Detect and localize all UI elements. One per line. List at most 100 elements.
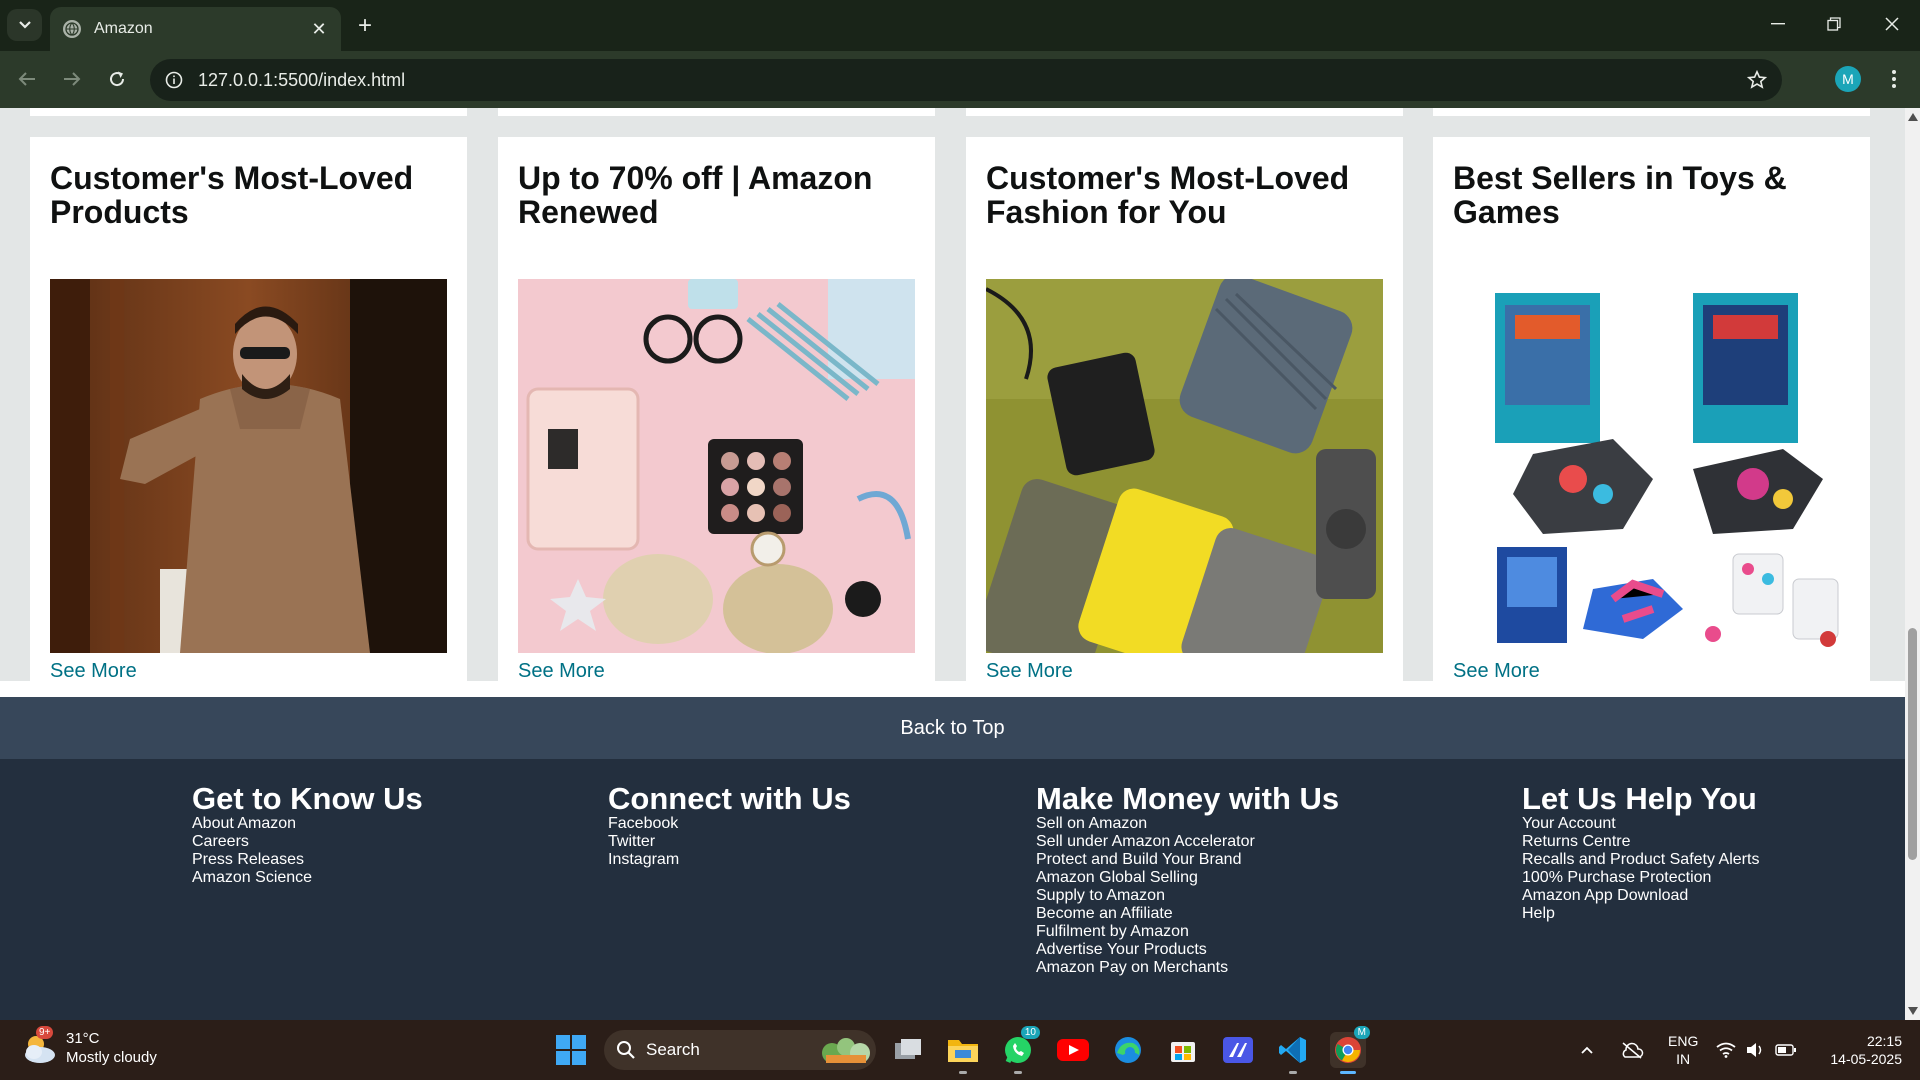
search-label: Search [646, 1040, 700, 1059]
weather-widget[interactable]: 9+ 31°C Mostly cloudy [20, 1026, 157, 1068]
footer-link[interactable]: Amazon Pay on Merchants [1036, 959, 1339, 977]
see-more-link[interactable]: See More [518, 660, 605, 683]
search-icon [617, 1041, 635, 1059]
card-stub [498, 108, 935, 116]
profile-avatar[interactable]: M [1835, 66, 1861, 92]
footer-column-title: Make Money with Us [1036, 781, 1340, 816]
product-card: Best Sellers in Toys & Games See More [1433, 137, 1870, 683]
taskbar: 9+ 31°C Mostly cloudy Search 10 M ENG IN… [0, 1020, 1920, 1080]
forward-arrow-icon[interactable] [55, 62, 89, 96]
footer-link[interactable]: Protect and Build Your Brand [1036, 851, 1339, 869]
show-hidden-icons-chevron-icon[interactable] [1580, 1020, 1594, 1080]
card-title: Best Sellers in Toys & Games [1453, 160, 1787, 230]
footer: Get to Know Us About Amazon Careers Pres… [0, 759, 1905, 1020]
scroll-up-arrow-icon[interactable] [1908, 113, 1918, 121]
page-scrollbar[interactable] [1905, 108, 1920, 1020]
footer-column-title: Let Us Help You [1522, 781, 1757, 816]
reload-icon[interactable] [100, 62, 134, 96]
onedrive-offline-icon[interactable] [1620, 1020, 1644, 1080]
footer-link[interactable]: Recalls and Product Safety Alerts [1522, 851, 1759, 869]
address-bar[interactable]: 127.0.0.1:5500/index.html [150, 59, 1782, 101]
product-card: Customer's Most-Loved Products See More [30, 137, 467, 683]
footer-link[interactable]: Help [1522, 905, 1759, 923]
youtube-icon[interactable] [1055, 1032, 1091, 1068]
vscode-icon[interactable] [1275, 1032, 1311, 1074]
product-card: Up to 70% off | Amazon Renewed See More [498, 137, 935, 683]
wifi-icon[interactable] [1716, 1020, 1736, 1080]
footer-link[interactable]: Advertise Your Products [1036, 941, 1339, 959]
footer-column-title: Connect with Us [608, 781, 851, 816]
see-more-link[interactable]: See More [1453, 660, 1540, 683]
footer-link[interactable]: About Amazon [192, 815, 423, 833]
whatsapp-icon[interactable]: 10 [1000, 1026, 1040, 1074]
footer-link[interactable]: Sell under Amazon Accelerator [1036, 833, 1339, 851]
product-image[interactable] [518, 279, 915, 653]
browser-toolbar: 127.0.0.1:5500/index.html M [0, 51, 1920, 108]
kebab-menu-icon[interactable] [1880, 64, 1908, 94]
see-more-link[interactable]: See More [986, 660, 1073, 683]
footer-link[interactable]: Careers [192, 833, 423, 851]
footer-column-let-us-help-you: Let Us Help You Your Account Returns Cen… [1522, 783, 1759, 923]
info-icon[interactable] [162, 68, 186, 92]
windows-start-icon[interactable] [556, 1035, 586, 1065]
language-indicator[interactable]: ENG IN [1668, 1032, 1698, 1068]
edge-browser-icon[interactable] [1110, 1032, 1146, 1068]
taskbar-search-box[interactable]: Search [604, 1030, 876, 1070]
card-title: Customer's Most-Loved Fashion for You [986, 160, 1350, 230]
bookmark-star-icon[interactable] [1742, 65, 1772, 95]
footer-link[interactable]: Amazon Global Selling [1036, 869, 1339, 887]
footer-link[interactable]: Facebook [608, 815, 851, 833]
close-window-icon[interactable] [1872, 8, 1912, 40]
cloud-sun-icon: 9+ [20, 1026, 60, 1068]
footer-link[interactable]: Press Releases [192, 851, 423, 869]
product-image[interactable] [1453, 279, 1850, 653]
footer-link[interactable]: Instagram [608, 851, 851, 869]
microsoft-store-icon[interactable] [1165, 1032, 1201, 1068]
see-more-link[interactable]: See More [50, 660, 137, 683]
scroll-down-arrow-icon[interactable] [1908, 1007, 1918, 1015]
back-to-top-button[interactable]: Back to Top [0, 697, 1905, 759]
footer-column-get-to-know-us: Get to Know Us About Amazon Careers Pres… [192, 783, 423, 887]
region-code: IN [1676, 1051, 1691, 1067]
footer-link[interactable]: Fulfilment by Amazon [1036, 923, 1339, 941]
card-stub [966, 108, 1403, 116]
battery-icon[interactable] [1775, 1020, 1797, 1080]
system-clock[interactable]: 22:15 14-05-2025 [1812, 1032, 1902, 1068]
card-stub [30, 108, 467, 116]
product-card: Customer's Most-Loved Fashion for You Se… [966, 137, 1403, 683]
footer-link[interactable]: Amazon Science [192, 869, 423, 887]
card-title: Up to 70% off | Amazon Renewed [518, 160, 873, 230]
footer-link[interactable]: Supply to Amazon [1036, 887, 1339, 905]
footer-link[interactable]: Your Account [1522, 815, 1759, 833]
browser-tab[interactable]: Amazon ✕ [50, 7, 341, 51]
footer-link[interactable]: 100% Purchase Protection [1522, 869, 1759, 887]
close-tab-icon[interactable]: ✕ [305, 15, 333, 43]
url-text[interactable]: 127.0.0.1:5500/index.html [198, 70, 1742, 91]
task-view-icon[interactable] [890, 1032, 926, 1068]
file-explorer-icon[interactable] [945, 1032, 981, 1074]
weather-description: Mostly cloudy [66, 1049, 157, 1066]
scrollbar-thumb[interactable] [1908, 628, 1917, 860]
restore-icon[interactable] [1814, 8, 1854, 40]
product-image[interactable] [986, 279, 1383, 653]
ai-app-icon[interactable] [1220, 1032, 1256, 1068]
tab-search-button[interactable] [7, 9, 42, 41]
chrome-icon[interactable]: M [1330, 1026, 1370, 1074]
footer-link[interactable]: Returns Centre [1522, 833, 1759, 851]
product-image[interactable] [50, 279, 447, 653]
footer-link[interactable]: Become an Affiliate [1036, 905, 1339, 923]
footer-link[interactable]: Twitter [608, 833, 851, 851]
content-bottom-band [0, 681, 1905, 697]
back-arrow-icon[interactable] [10, 62, 44, 96]
card-title: Customer's Most-Loved Products [50, 160, 414, 230]
minimize-icon[interactable] [1758, 8, 1798, 40]
volume-icon[interactable] [1745, 1020, 1765, 1080]
clock-time: 22:15 [1866, 1033, 1902, 1049]
chrome-profile-badge: M [1353, 1026, 1370, 1039]
browser-tab-strip: Amazon ✕ + [0, 0, 1920, 51]
new-tab-button[interactable]: + [350, 11, 380, 41]
footer-link[interactable]: Sell on Amazon [1036, 815, 1339, 833]
footer-link[interactable]: Amazon App Download [1522, 887, 1759, 905]
search-highlight-icon [822, 1038, 870, 1063]
footer-column-connect-with-us: Connect with Us Facebook Twitter Instagr… [608, 783, 851, 869]
